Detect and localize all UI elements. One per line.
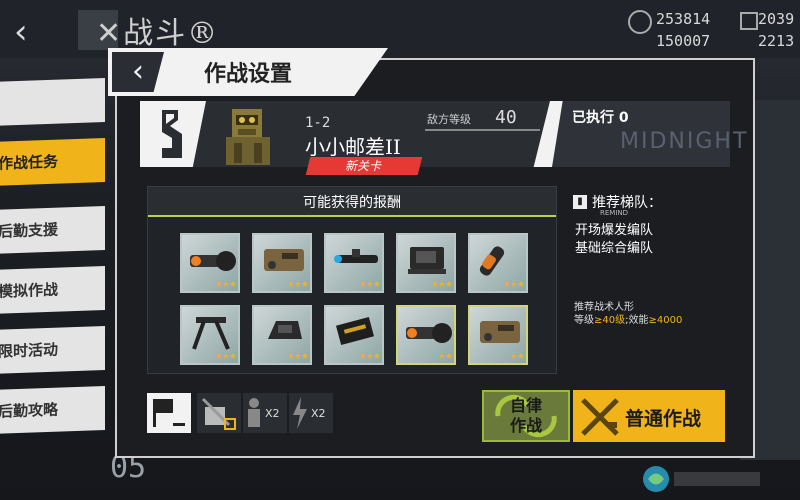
execution-count: 已执行 0 xyxy=(572,110,629,126)
req-level-value: ≥40级 xyxy=(594,315,626,326)
rewards-panel: 可能获得的报酬 ★★★ ★★★ ★★★ ★★★ ★★★ ★★★ ★★★ ★★★ … xyxy=(147,186,557,374)
item-stars: ★★ xyxy=(437,352,453,362)
watermark-logo-icon xyxy=(643,466,760,492)
item-stars: ★★★ xyxy=(358,280,381,290)
enemy-level-underline xyxy=(425,129,540,131)
rewards-title: 可能获得的报酬 xyxy=(303,195,401,211)
soldier-icon xyxy=(248,398,260,427)
dialog-header: ‹ 作战设置 xyxy=(108,48,388,96)
new-stage-badge: 新关卡 xyxy=(305,157,423,175)
reward-item[interactable]: ★★★ xyxy=(180,305,240,365)
recommend-remind: REMIND xyxy=(600,209,629,217)
req-power-value: ≥4000 xyxy=(648,315,683,326)
page-title: ✕战斗® xyxy=(96,16,220,51)
left-menu: 作战任务 后勤支援 模拟作战 限时活动 后勤攻略 xyxy=(0,77,110,500)
reward-item[interactable]: ★★★ xyxy=(396,233,456,293)
supply-button[interactable] xyxy=(197,393,241,433)
sniper-scope-icon xyxy=(334,249,378,263)
enemy-level-value: 40 xyxy=(495,107,517,128)
griffin-logo-icon xyxy=(162,110,182,158)
enemy-portrait xyxy=(226,109,270,165)
bottom-toolbar: X2 X2 xyxy=(147,393,333,433)
scope-icon xyxy=(190,251,236,271)
item-stars: ★★★ xyxy=(214,352,237,362)
reward-item[interactable]: ★★★ xyxy=(468,233,528,293)
resource-parts: 150007 xyxy=(656,32,711,50)
stage-number: 1-2 xyxy=(305,115,331,131)
ammo-box-icon xyxy=(335,316,375,346)
reward-item[interactable]: ★★★ xyxy=(252,305,312,365)
recommend-team: 基础综合编队 xyxy=(575,241,654,256)
left-menu-item-logistics[interactable]: 后勤支援 xyxy=(0,205,105,255)
auto-battle-label-line1: 自律 xyxy=(509,396,542,415)
flag-button[interactable] xyxy=(147,393,191,433)
stage-info-bar: 1-2 小小邮差II 新关卡 敌方等级 40 已执行 0 MIDNIGHT xyxy=(140,101,746,175)
crossed-guns-icon xyxy=(581,398,619,436)
dialog-title: 作战设置 xyxy=(204,62,293,87)
ammo-icon xyxy=(628,10,652,34)
resource-manpower: 2039 xyxy=(758,10,795,28)
holo-sight-icon xyxy=(408,247,446,274)
supply-icon xyxy=(201,397,236,430)
execution-deco-text: MIDNIGHT xyxy=(620,129,749,154)
normal-battle-button[interactable]: 普通作战 xyxy=(573,390,725,442)
item-stars: ★★★ xyxy=(214,280,237,290)
auto-battle-label-line2: 作战 xyxy=(509,416,542,435)
flag-icon xyxy=(153,399,185,427)
left-menu-item[interactable] xyxy=(0,77,105,127)
reward-item[interactable]: ★★ xyxy=(468,305,528,365)
item-stars: ★★ xyxy=(509,352,525,362)
recommend-team: 开场爆发编队 xyxy=(575,223,654,238)
auto-battle-button[interactable]: 自律 作战 xyxy=(482,390,570,442)
left-menu-item-simulation[interactable]: 模拟作战 xyxy=(0,265,105,315)
back-icon[interactable]: ‹ xyxy=(14,14,50,50)
scope-icon xyxy=(406,323,452,343)
left-menu-item-guide[interactable]: 后勤攻略 xyxy=(0,385,105,435)
auto-battle-label: 自律 作战 xyxy=(484,396,568,436)
left-menu-item-event[interactable]: 限时活动 xyxy=(0,325,105,375)
lightning-icon xyxy=(293,397,307,429)
item-stars: ★★★ xyxy=(286,352,309,362)
multiplier-text: X2 xyxy=(311,407,326,420)
echelon-multiplier[interactable]: X2 xyxy=(243,393,287,433)
item-stars: ★★★ xyxy=(358,352,381,362)
stage-name: 小小邮差II xyxy=(305,135,401,159)
enemy-level-label: 敌方等级 xyxy=(427,113,471,126)
suppressor-icon xyxy=(479,246,505,276)
bipod-icon xyxy=(192,317,230,350)
reward-item[interactable]: ★★★ xyxy=(252,233,312,293)
reward-item[interactable]: ★★★ xyxy=(324,233,384,293)
req-level-label: 等级 xyxy=(574,315,594,326)
left-menu-item-combat[interactable]: 作战任务 xyxy=(0,137,105,187)
red-dot-icon xyxy=(268,321,302,339)
book-icon: ▮ xyxy=(573,195,587,209)
item-stars: ★★★ xyxy=(286,280,309,290)
resource-ammo: 253814 xyxy=(656,10,711,28)
resource-rations: 2213 xyxy=(758,32,795,50)
req-power-label: ;效能 xyxy=(625,315,649,326)
item-stars: ★★★ xyxy=(502,280,525,290)
laser-module-icon xyxy=(264,249,304,271)
multiplier-text: X2 xyxy=(265,407,280,420)
reward-item[interactable]: ★★★ xyxy=(180,233,240,293)
speed-multiplier[interactable]: X2 xyxy=(289,393,333,433)
laser-module-icon xyxy=(480,321,520,343)
reward-item[interactable]: ★★★ xyxy=(324,305,384,365)
reward-item[interactable]: ★★ xyxy=(396,305,456,365)
manpower-icon xyxy=(740,12,758,30)
normal-battle-label: 普通作战 xyxy=(625,408,702,430)
recommend-doll-requirement: 等级≥40级;效能≥4000 xyxy=(574,311,682,326)
item-stars: ★★★ xyxy=(430,280,453,290)
